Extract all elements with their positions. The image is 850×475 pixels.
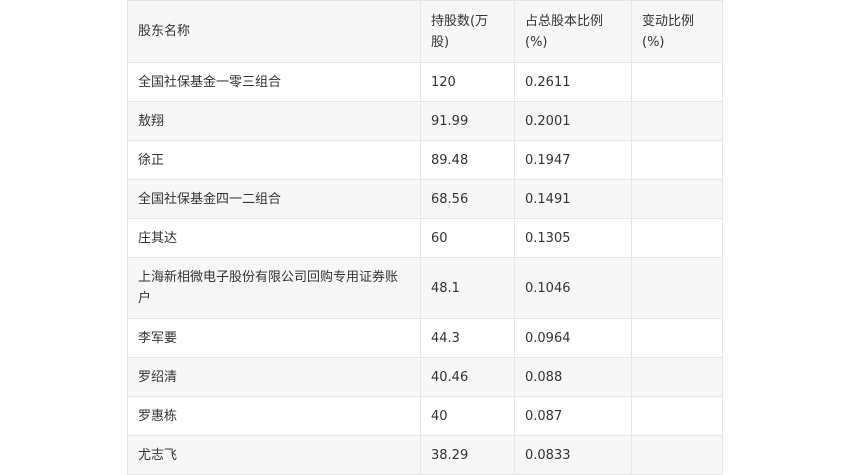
cell-shares-held: 120 (420, 62, 515, 102)
cell-share-ratio: 0.087 (514, 396, 632, 436)
cell-shareholder-name: 庄其达 (127, 218, 421, 258)
cell-shareholder-name: 罗惠栋 (127, 396, 421, 436)
cell-change-ratio (631, 62, 723, 102)
cell-shareholder-name: 李军要 (127, 318, 421, 358)
cell-change-ratio (631, 218, 723, 258)
cell-shareholder-name: 上海新相微电子股份有限公司回购专用证券账户 (127, 257, 421, 319)
header-change-ratio: 变动比例(%) (631, 0, 723, 63)
cell-change-ratio (631, 257, 723, 319)
table-row: 罗惠栋 40 0.087 (127, 396, 723, 436)
table-row: 尤志飞 38.29 0.0833 (127, 435, 723, 475)
cell-shares-held: 40 (420, 396, 515, 436)
table-row: 李军要 44.3 0.0964 (127, 318, 723, 358)
shareholder-table: 股东名称 持股数(万股) 占总股本比例(%) 变动比例(%) 全国社保基金一零三… (127, 0, 723, 475)
cell-shares-held: 38.29 (420, 435, 515, 475)
shareholder-table-container: 股东名称 持股数(万股) 占总股本比例(%) 变动比例(%) 全国社保基金一零三… (127, 0, 723, 475)
cell-shares-held: 89.48 (420, 140, 515, 180)
table-row: 全国社保基金一零三组合 120 0.2611 (127, 62, 723, 102)
cell-shares-held: 40.46 (420, 357, 515, 397)
table-row: 庄其达 60 0.1305 (127, 218, 723, 258)
cell-shareholder-name: 全国社保基金四一二组合 (127, 179, 421, 219)
cell-change-ratio (631, 179, 723, 219)
cell-shareholder-name: 尤志飞 (127, 435, 421, 475)
cell-change-ratio (631, 101, 723, 141)
table-row: 全国社保基金四一二组合 68.56 0.1491 (127, 179, 723, 219)
table-row: 上海新相微电子股份有限公司回购专用证券账户 48.1 0.1046 (127, 257, 723, 319)
table-row: 敖翔 91.99 0.2001 (127, 101, 723, 141)
cell-shares-held: 91.99 (420, 101, 515, 141)
header-share-ratio: 占总股本比例(%) (514, 0, 632, 63)
cell-change-ratio (631, 357, 723, 397)
cell-shares-held: 48.1 (420, 257, 515, 319)
cell-change-ratio (631, 396, 723, 436)
cell-share-ratio: 0.2611 (514, 62, 632, 102)
cell-share-ratio: 0.2001 (514, 101, 632, 141)
table-row: 罗绍清 40.46 0.088 (127, 357, 723, 397)
cell-share-ratio: 0.1305 (514, 218, 632, 258)
table-row: 徐正 89.48 0.1947 (127, 140, 723, 180)
cell-shares-held: 60 (420, 218, 515, 258)
cell-shareholder-name: 罗绍清 (127, 357, 421, 397)
cell-change-ratio (631, 140, 723, 180)
cell-change-ratio (631, 318, 723, 358)
cell-shareholder-name: 徐正 (127, 140, 421, 180)
cell-share-ratio: 0.1947 (514, 140, 632, 180)
cell-change-ratio (631, 435, 723, 475)
cell-share-ratio: 0.1491 (514, 179, 632, 219)
header-shares-held: 持股数(万股) (420, 0, 515, 63)
cell-share-ratio: 0.0964 (514, 318, 632, 358)
cell-shares-held: 68.56 (420, 179, 515, 219)
cell-shares-held: 44.3 (420, 318, 515, 358)
header-shareholder-name: 股东名称 (127, 0, 421, 63)
cell-share-ratio: 0.088 (514, 357, 632, 397)
cell-share-ratio: 0.0833 (514, 435, 632, 475)
cell-shareholder-name: 全国社保基金一零三组合 (127, 62, 421, 102)
table-header-row: 股东名称 持股数(万股) 占总股本比例(%) 变动比例(%) (127, 0, 723, 63)
cell-share-ratio: 0.1046 (514, 257, 632, 319)
cell-shareholder-name: 敖翔 (127, 101, 421, 141)
